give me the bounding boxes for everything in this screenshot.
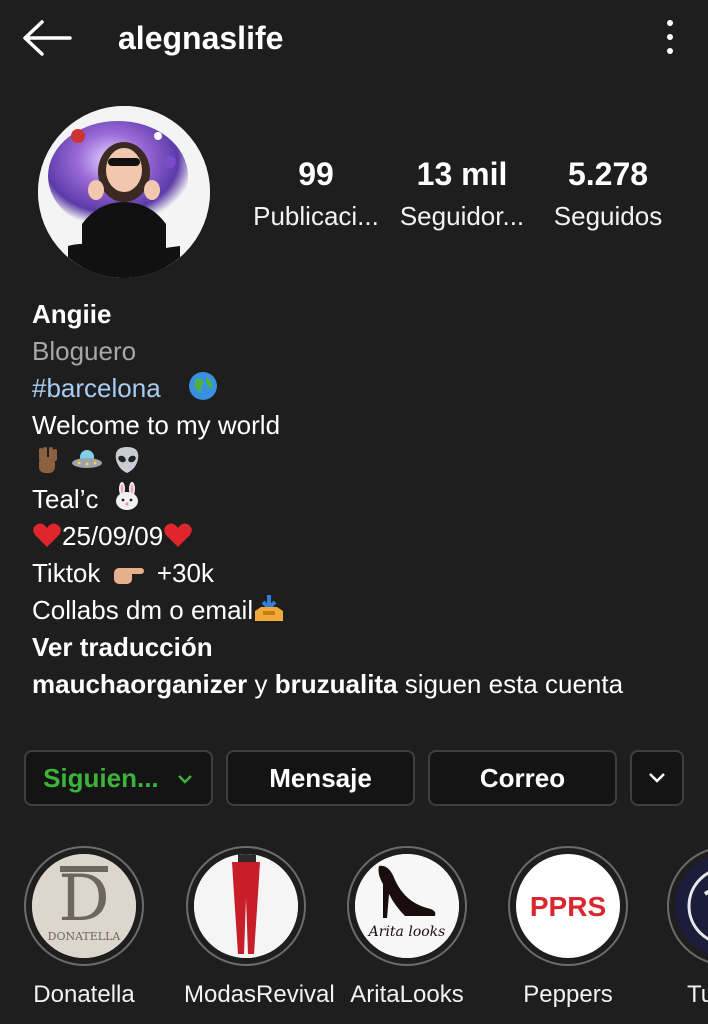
more-options-button[interactable]: [655, 14, 685, 60]
peppers-logo-text: PPRS: [529, 891, 607, 922]
bio-tealc-line: Teal’c: [32, 481, 692, 518]
highlight-aritalooks[interactable]: Arita looks AritaLooks: [345, 846, 469, 1010]
followers-label: Seguidor...: [399, 201, 525, 231]
bio-emoji-line: [32, 444, 692, 481]
followed-by-separator: y: [247, 669, 275, 699]
highlight-donatella[interactable]: D DONATELLA Donatella: [22, 846, 146, 1010]
bio-hashtag-line: #barcelona: [32, 370, 692, 407]
hashtag-link[interactable]: #barcelona: [32, 373, 161, 403]
display-name: Angiie: [32, 299, 112, 329]
donatella-logo-letter: D: [58, 862, 110, 936]
top-bar: alegnaslife: [0, 0, 708, 78]
bio-collabs-line: Collabs dm o email: [32, 592, 692, 629]
following-label: Seguidos: [553, 201, 663, 231]
email-label: Correo: [479, 763, 566, 793]
ufo-icon: [71, 445, 103, 485]
stat-posts[interactable]: 99 Publicaci...: [241, 152, 391, 236]
highlight-cover: D DONATELLA: [32, 854, 136, 958]
suggested-accounts-button[interactable]: [630, 750, 684, 806]
highlight-cover: Arita looks: [355, 854, 459, 958]
profile-username: alegnaslife: [118, 20, 284, 56]
posts-count: 99: [298, 156, 334, 192]
pointing-right-icon: [112, 559, 146, 596]
followers-count: 13 mil: [416, 156, 508, 192]
following-button[interactable]: Siguien...: [24, 750, 213, 806]
bio-welcome: Welcome to my world: [32, 410, 281, 440]
highlight-modasrevival[interactable]: ModasRevival: [184, 846, 335, 1010]
bio-date-line: 25/09/09: [32, 518, 692, 555]
rabbit-face-icon: [112, 482, 142, 522]
highlight-label: Peppers: [523, 981, 613, 1008]
chevron-down-icon: [178, 775, 192, 784]
posts-label: Publicaci...: [253, 201, 379, 231]
donatella-logo-text: DONATELLA: [47, 930, 121, 943]
aritalooks-logo-text: Arita looks: [368, 924, 446, 940]
profile-avatar[interactable]: [38, 106, 210, 278]
highlight-label: ModasRevival: [184, 981, 335, 1008]
highlight-cover: [194, 854, 298, 958]
stat-following[interactable]: 5.278 Seguidos: [533, 152, 683, 236]
globe-icon: [188, 371, 218, 411]
followed-by-line: mauchaorganizer y bruzualita siguen esta…: [32, 666, 692, 703]
highlight-cover: [675, 854, 708, 958]
see-translation-link[interactable]: Ver traducción: [32, 629, 692, 666]
back-arrow-icon: [23, 20, 72, 56]
back-button[interactable]: [20, 18, 74, 58]
inbox-tray-icon: [253, 593, 285, 633]
bio-tiktok-line: Tiktok +30k: [32, 555, 692, 592]
vulcan-salute-icon: [32, 445, 62, 485]
highlight-tu[interactable]: Tu: [667, 846, 708, 1010]
followed-by-suffix: siguen esta cuenta: [397, 669, 624, 699]
bio-tiktok-count: +30k: [156, 558, 214, 588]
heart-icon: [32, 521, 62, 559]
avatar-image: [38, 106, 210, 278]
followed-by-user-2[interactable]: bruzualita: [275, 669, 398, 699]
alien-icon: [112, 445, 142, 485]
bio-tealc: Teal’c: [32, 484, 99, 514]
following-label: Siguien...: [43, 763, 159, 793]
category-label: Bloguero: [32, 336, 137, 366]
more-vertical-icon: [667, 20, 673, 26]
highlight-label: Tu: [687, 981, 708, 1008]
highlight-peppers[interactable]: PPRS Peppers: [506, 846, 630, 1010]
followed-by-user-1[interactable]: mauchaorganizer: [32, 669, 247, 699]
bio-tiktok: Tiktok: [32, 558, 101, 588]
email-button[interactable]: Correo: [428, 750, 617, 806]
bio-collabs: Collabs dm o email: [32, 595, 254, 625]
highlight-cover: PPRS: [516, 854, 620, 958]
following-count: 5.278: [567, 156, 649, 192]
stat-followers[interactable]: 13 mil Seguidor...: [387, 152, 537, 236]
chevron-down-icon: [649, 773, 665, 783]
bio-date: 25/09/09: [62, 521, 164, 551]
highlight-label: Donatella: [33, 981, 135, 1008]
message-label: Mensaje: [269, 763, 372, 793]
message-button[interactable]: Mensaje: [226, 750, 415, 806]
profile-bio: Angiie Bloguero #barcelona Welcome to my…: [32, 296, 692, 703]
highlight-label: AritaLooks: [350, 981, 464, 1008]
heart-icon: [163, 521, 193, 559]
